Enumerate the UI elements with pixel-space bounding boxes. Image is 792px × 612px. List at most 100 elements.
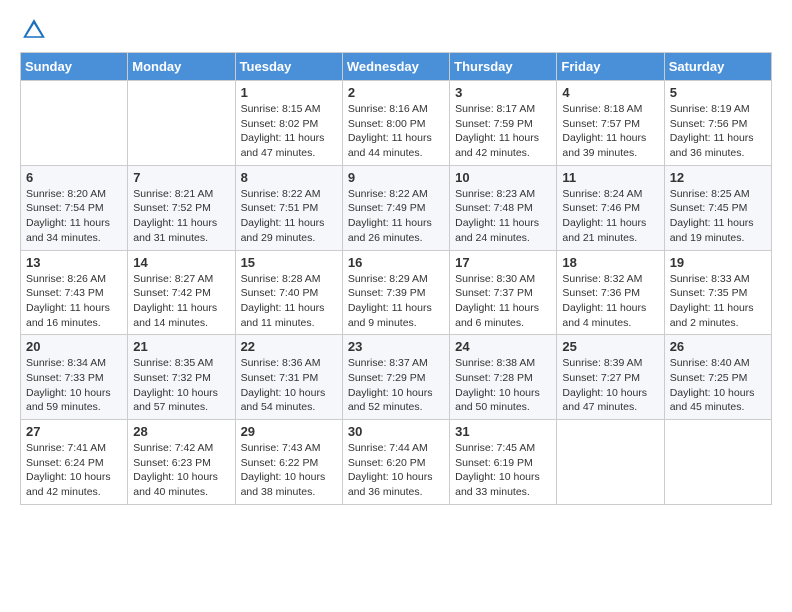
calendar-cell: 1 Sunrise: 8:15 AM Sunset: 8:02 PM Daylig… bbox=[235, 81, 342, 166]
calendar-cell: 16 Sunrise: 8:29 AM Sunset: 7:39 PM Dayli… bbox=[342, 250, 449, 335]
day-info: Sunrise: 8:19 AM Sunset: 7:56 PM Dayligh… bbox=[670, 102, 766, 161]
day-info: Sunrise: 7:44 AM Sunset: 6:20 PM Dayligh… bbox=[348, 441, 444, 500]
logo bbox=[20, 16, 50, 44]
calendar-cell bbox=[21, 81, 128, 166]
day-info: Sunrise: 8:17 AM Sunset: 7:59 PM Dayligh… bbox=[455, 102, 551, 161]
calendar-cell: 13 Sunrise: 8:26 AM Sunset: 7:43 PM Dayli… bbox=[21, 250, 128, 335]
day-number: 1 bbox=[241, 85, 337, 100]
week-row-4: 20 Sunrise: 8:34 AM Sunset: 7:33 PM Dayli… bbox=[21, 335, 772, 420]
day-info: Sunrise: 8:15 AM Sunset: 8:02 PM Dayligh… bbox=[241, 102, 337, 161]
calendar-header-row: SundayMondayTuesdayWednesdayThursdayFrid… bbox=[21, 53, 772, 81]
week-row-1: 1 Sunrise: 8:15 AM Sunset: 8:02 PM Daylig… bbox=[21, 81, 772, 166]
day-info: Sunrise: 8:27 AM Sunset: 7:42 PM Dayligh… bbox=[133, 272, 229, 331]
calendar-cell: 2Sunrise: 8:16 AM Sunset: 8:00 PM Daylig… bbox=[342, 81, 449, 166]
day-number: 8 bbox=[241, 170, 337, 185]
calendar-cell bbox=[664, 420, 771, 505]
calendar-cell: 15 Sunrise: 8:28 AM Sunset: 7:40 PM Dayli… bbox=[235, 250, 342, 335]
day-number: 25 bbox=[562, 339, 658, 354]
day-number: 9 bbox=[348, 170, 444, 185]
day-number: 24 bbox=[455, 339, 551, 354]
day-number: 28 bbox=[133, 424, 229, 439]
calendar-table: SundayMondayTuesdayWednesdayThursdayFrid… bbox=[20, 52, 772, 505]
calendar-cell: 11 Sunrise: 8:24 AM Sunset: 7:46 PM Dayli… bbox=[557, 165, 664, 250]
day-number: 21 bbox=[133, 339, 229, 354]
calendar-cell: 3 Sunrise: 8:17 AM Sunset: 7:59 PM Daylig… bbox=[450, 81, 557, 166]
day-info: Sunrise: 8:40 AM Sunset: 7:25 PM Dayligh… bbox=[670, 356, 766, 415]
day-header-friday: Friday bbox=[557, 53, 664, 81]
day-number: 19 bbox=[670, 255, 766, 270]
day-number: 22 bbox=[241, 339, 337, 354]
day-number: 30 bbox=[348, 424, 444, 439]
week-row-2: 6 Sunrise: 8:20 AM Sunset: 7:54 PM Daylig… bbox=[21, 165, 772, 250]
calendar-cell: 8 Sunrise: 8:22 AM Sunset: 7:51 PM Daylig… bbox=[235, 165, 342, 250]
logo-icon bbox=[20, 16, 48, 44]
day-info: Sunrise: 8:18 AM Sunset: 7:57 PM Dayligh… bbox=[562, 102, 658, 161]
day-info: Sunrise: 8:39 AM Sunset: 7:27 PM Dayligh… bbox=[562, 356, 658, 415]
day-number: 4 bbox=[562, 85, 658, 100]
day-info: Sunrise: 7:45 AM Sunset: 6:19 PM Dayligh… bbox=[455, 441, 551, 500]
day-number: 14 bbox=[133, 255, 229, 270]
calendar-cell bbox=[557, 420, 664, 505]
day-number: 20 bbox=[26, 339, 122, 354]
day-number: 23 bbox=[348, 339, 444, 354]
day-number: 13 bbox=[26, 255, 122, 270]
day-header-monday: Monday bbox=[128, 53, 235, 81]
day-number: 10 bbox=[455, 170, 551, 185]
day-number: 7 bbox=[133, 170, 229, 185]
calendar-cell: 26 Sunrise: 8:40 AM Sunset: 7:25 PM Dayli… bbox=[664, 335, 771, 420]
header bbox=[20, 16, 772, 44]
calendar-cell: 31 Sunrise: 7:45 AM Sunset: 6:19 PM Dayli… bbox=[450, 420, 557, 505]
day-info: Sunrise: 8:24 AM Sunset: 7:46 PM Dayligh… bbox=[562, 187, 658, 246]
calendar-cell: 24 Sunrise: 8:38 AM Sunset: 7:28 PM Dayli… bbox=[450, 335, 557, 420]
day-number: 3 bbox=[455, 85, 551, 100]
day-header-wednesday: Wednesday bbox=[342, 53, 449, 81]
calendar-cell: 18Sunrise: 8:32 AM Sunset: 7:36 PM Dayli… bbox=[557, 250, 664, 335]
day-info: Sunrise: 8:34 AM Sunset: 7:33 PM Dayligh… bbox=[26, 356, 122, 415]
day-info: Sunrise: 8:20 AM Sunset: 7:54 PM Dayligh… bbox=[26, 187, 122, 246]
calendar-cell: 4 Sunrise: 8:18 AM Sunset: 7:57 PM Daylig… bbox=[557, 81, 664, 166]
day-info: Sunrise: 8:22 AM Sunset: 7:51 PM Dayligh… bbox=[241, 187, 337, 246]
day-number: 12 bbox=[670, 170, 766, 185]
calendar-cell: 27Sunrise: 7:41 AM Sunset: 6:24 PM Dayli… bbox=[21, 420, 128, 505]
day-number: 29 bbox=[241, 424, 337, 439]
calendar-cell: 19 Sunrise: 8:33 AM Sunset: 7:35 PM Dayli… bbox=[664, 250, 771, 335]
calendar-cell: 30 Sunrise: 7:44 AM Sunset: 6:20 PM Dayli… bbox=[342, 420, 449, 505]
calendar-cell: 17 Sunrise: 8:30 AM Sunset: 7:37 PM Dayli… bbox=[450, 250, 557, 335]
calendar-cell: 7 Sunrise: 8:21 AM Sunset: 7:52 PM Daylig… bbox=[128, 165, 235, 250]
day-info: Sunrise: 8:22 AM Sunset: 7:49 PM Dayligh… bbox=[348, 187, 444, 246]
day-number: 6 bbox=[26, 170, 122, 185]
calendar-cell: 14 Sunrise: 8:27 AM Sunset: 7:42 PM Dayli… bbox=[128, 250, 235, 335]
day-number: 31 bbox=[455, 424, 551, 439]
day-info: Sunrise: 8:32 AM Sunset: 7:36 PM Dayligh… bbox=[562, 272, 658, 331]
day-info: Sunrise: 8:33 AM Sunset: 7:35 PM Dayligh… bbox=[670, 272, 766, 331]
day-header-tuesday: Tuesday bbox=[235, 53, 342, 81]
day-number: 11 bbox=[562, 170, 658, 185]
calendar-cell: 22 Sunrise: 8:36 AM Sunset: 7:31 PM Dayli… bbox=[235, 335, 342, 420]
day-info: Sunrise: 8:36 AM Sunset: 7:31 PM Dayligh… bbox=[241, 356, 337, 415]
calendar-cell: 10 Sunrise: 8:23 AM Sunset: 7:48 PM Dayli… bbox=[450, 165, 557, 250]
day-info: Sunrise: 8:28 AM Sunset: 7:40 PM Dayligh… bbox=[241, 272, 337, 331]
day-info: Sunrise: 8:35 AM Sunset: 7:32 PM Dayligh… bbox=[133, 356, 229, 415]
day-info: Sunrise: 8:29 AM Sunset: 7:39 PM Dayligh… bbox=[348, 272, 444, 331]
day-info: Sunrise: 8:23 AM Sunset: 7:48 PM Dayligh… bbox=[455, 187, 551, 246]
day-info: Sunrise: 8:16 AM Sunset: 8:00 PM Dayligh… bbox=[348, 102, 444, 161]
calendar-cell: 20 Sunrise: 8:34 AM Sunset: 7:33 PM Dayli… bbox=[21, 335, 128, 420]
day-info: Sunrise: 8:25 AM Sunset: 7:45 PM Dayligh… bbox=[670, 187, 766, 246]
day-info: Sunrise: 8:21 AM Sunset: 7:52 PM Dayligh… bbox=[133, 187, 229, 246]
calendar-cell: 28 Sunrise: 7:42 AM Sunset: 6:23 PM Dayli… bbox=[128, 420, 235, 505]
day-info: Sunrise: 8:26 AM Sunset: 7:43 PM Dayligh… bbox=[26, 272, 122, 331]
day-number: 26 bbox=[670, 339, 766, 354]
day-info: Sunrise: 8:30 AM Sunset: 7:37 PM Dayligh… bbox=[455, 272, 551, 331]
day-header-thursday: Thursday bbox=[450, 53, 557, 81]
calendar-cell: 21 Sunrise: 8:35 AM Sunset: 7:32 PM Dayli… bbox=[128, 335, 235, 420]
day-number: 15 bbox=[241, 255, 337, 270]
day-info: Sunrise: 7:42 AM Sunset: 6:23 PM Dayligh… bbox=[133, 441, 229, 500]
day-info: Sunrise: 8:37 AM Sunset: 7:29 PM Dayligh… bbox=[348, 356, 444, 415]
day-number: 17 bbox=[455, 255, 551, 270]
day-info: Sunrise: 8:38 AM Sunset: 7:28 PM Dayligh… bbox=[455, 356, 551, 415]
day-number: 16 bbox=[348, 255, 444, 270]
calendar-cell bbox=[128, 81, 235, 166]
day-header-sunday: Sunday bbox=[21, 53, 128, 81]
calendar-cell: 5Sunrise: 8:19 AM Sunset: 7:56 PM Daylig… bbox=[664, 81, 771, 166]
calendar-cell: 9 Sunrise: 8:22 AM Sunset: 7:49 PM Daylig… bbox=[342, 165, 449, 250]
